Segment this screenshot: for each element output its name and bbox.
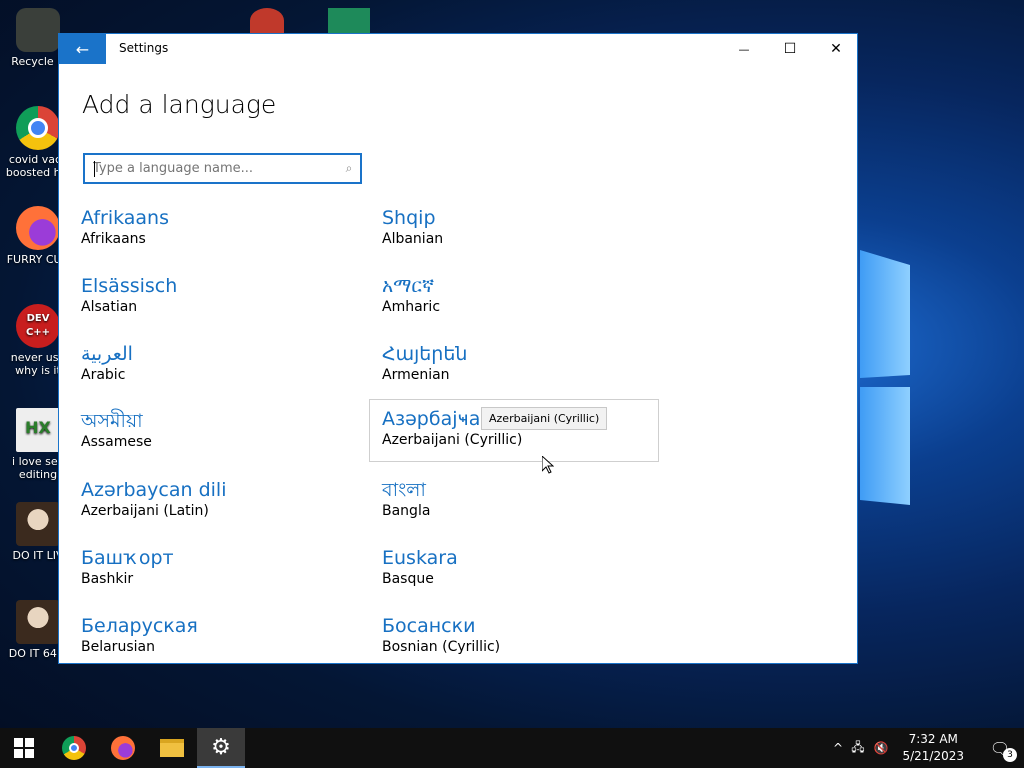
language-english-name: Afrikaans — [81, 231, 146, 247]
language-english-name: Assamese — [81, 434, 152, 450]
language-english-name: Bosnian (Cyrillic) — [382, 639, 501, 655]
language-item[interactable]: Босански Bosnian (Cyrillic) — [382, 614, 662, 656]
language-item[interactable]: বাংলা Bangla — [382, 478, 662, 520]
language-item[interactable]: Беларуская Belarusian — [81, 614, 361, 656]
language-english-name: Bangla — [382, 503, 431, 519]
firefox-icon — [16, 206, 60, 250]
language-english-name: Amharic — [382, 299, 441, 315]
minimize-icon: — — [738, 42, 750, 56]
clock-time: 7:32 AM — [908, 732, 958, 746]
language-native-name: Elsässisch — [81, 275, 178, 297]
firefox-icon — [111, 736, 135, 760]
action-center-button[interactable]: 🗨 3 — [976, 728, 1024, 768]
close-button[interactable]: ✕ — [813, 34, 857, 64]
portrait-icon — [16, 502, 60, 546]
folder-icon — [160, 739, 184, 757]
taskbar-settings[interactable]: ⚙ — [197, 728, 245, 768]
language-native-name: বাংলা — [382, 479, 426, 501]
app-shortcut-icon[interactable] — [250, 8, 284, 33]
text-caret — [94, 161, 95, 177]
title-bar[interactable]: ← Settings — ☐ ✕ — [59, 34, 857, 64]
language-native-name: Azərbaycan dili — [81, 479, 227, 501]
notification-count-badge: 3 — [1003, 748, 1017, 762]
volume-muted-icon[interactable]: 🔇 — [870, 741, 892, 755]
language-item[interactable]: Euskara Basque — [382, 546, 662, 588]
windows-wallpaper-logo — [860, 250, 910, 505]
language-item[interactable]: العربية Arabic — [81, 342, 361, 384]
language-item[interactable]: Elsässisch Alsatian — [81, 274, 361, 316]
app-shortcut-icon[interactable] — [328, 8, 370, 33]
window-title: Settings — [119, 41, 169, 55]
devcpp-icon: DEV C++ — [16, 304, 60, 348]
minimize-button[interactable]: — — [721, 34, 767, 64]
language-native-name: Euskara — [382, 547, 458, 569]
search-icon[interactable]: ⌕ — [338, 161, 360, 176]
close-icon: ✕ — [830, 41, 842, 57]
taskbar-chrome[interactable] — [50, 728, 98, 768]
language-native-name: Беларуская — [81, 615, 198, 637]
system-tray: ^ 🖧 🔇 — [830, 728, 892, 768]
language-native-name: অসমীয়া — [81, 410, 143, 432]
language-item[interactable]: Shqip Albanian — [382, 206, 662, 248]
language-item[interactable]: Հայերեն Armenian — [382, 342, 662, 384]
language-native-name: العربية — [81, 343, 133, 365]
portrait-icon — [16, 600, 60, 644]
windows-logo-icon — [14, 738, 34, 758]
gear-icon: ⚙ — [211, 734, 231, 760]
search-input[interactable] — [85, 155, 338, 182]
language-english-name: Albanian — [382, 231, 444, 247]
back-arrow-icon: ← — [75, 39, 90, 59]
clock-date: 5/21/2023 — [902, 749, 964, 763]
maximize-icon: ☐ — [783, 41, 797, 57]
chrome-icon — [62, 736, 86, 760]
language-english-name: Basque — [382, 571, 434, 587]
clock[interactable]: 7:32 AM 5/21/2023 — [902, 731, 964, 765]
language-item[interactable]: Башҡорт Bashkir — [81, 546, 361, 588]
language-native-name: Հայերեն — [382, 343, 468, 365]
language-native-name: Башҡорт — [81, 547, 174, 569]
page-title: Add a language — [82, 90, 277, 119]
maximize-button[interactable]: ☐ — [767, 34, 813, 64]
language-english-name: Bashkir — [81, 571, 134, 587]
taskbar-firefox[interactable] — [99, 728, 147, 768]
chrome-icon — [16, 106, 60, 150]
language-english-name: Arabic — [81, 367, 126, 383]
language-native-name: አማርኛ — [382, 275, 435, 297]
trash-icon — [16, 8, 60, 52]
hxd-icon: HX — [16, 408, 60, 452]
language-english-name: Belarusian — [81, 639, 155, 655]
language-item[interactable]: Afrikaans Afrikaans — [81, 206, 361, 248]
language-search-box[interactable]: ⌕ — [83, 153, 362, 184]
settings-window: ← Settings — ☐ ✕ Add a language ⌕ Afrika… — [58, 33, 858, 664]
language-english-name: Armenian — [382, 367, 450, 383]
back-button[interactable]: ← — [59, 34, 106, 64]
taskbar: ⚙ ^ 🖧 🔇 7:32 AM 5/21/2023 🗨 3 — [0, 728, 1024, 768]
start-button[interactable] — [0, 728, 48, 768]
language-item[interactable]: Azərbaycan dili Azerbaijani (Latin) — [81, 478, 361, 520]
language-item[interactable]: অসমীয়া Assamese — [81, 409, 361, 451]
chevron-up-icon[interactable]: ^ — [830, 741, 846, 755]
tooltip: Azerbaijani (Cyrillic) — [481, 407, 608, 430]
language-item[interactable]: አማርኛ Amharic — [382, 274, 662, 316]
language-english-name: Alsatian — [81, 299, 138, 315]
language-english-name: Azerbaijani (Latin) — [81, 503, 209, 519]
language-native-name: Босански — [382, 615, 476, 637]
taskbar-file-explorer[interactable] — [148, 728, 196, 768]
mouse-pointer-icon — [542, 456, 554, 474]
language-native-name: Afrikaans — [81, 207, 169, 229]
language-english-name: Azerbaijani (Cyrillic) — [382, 432, 523, 448]
language-native-name: Shqip — [382, 207, 436, 229]
network-icon[interactable]: 🖧 — [846, 738, 870, 759]
